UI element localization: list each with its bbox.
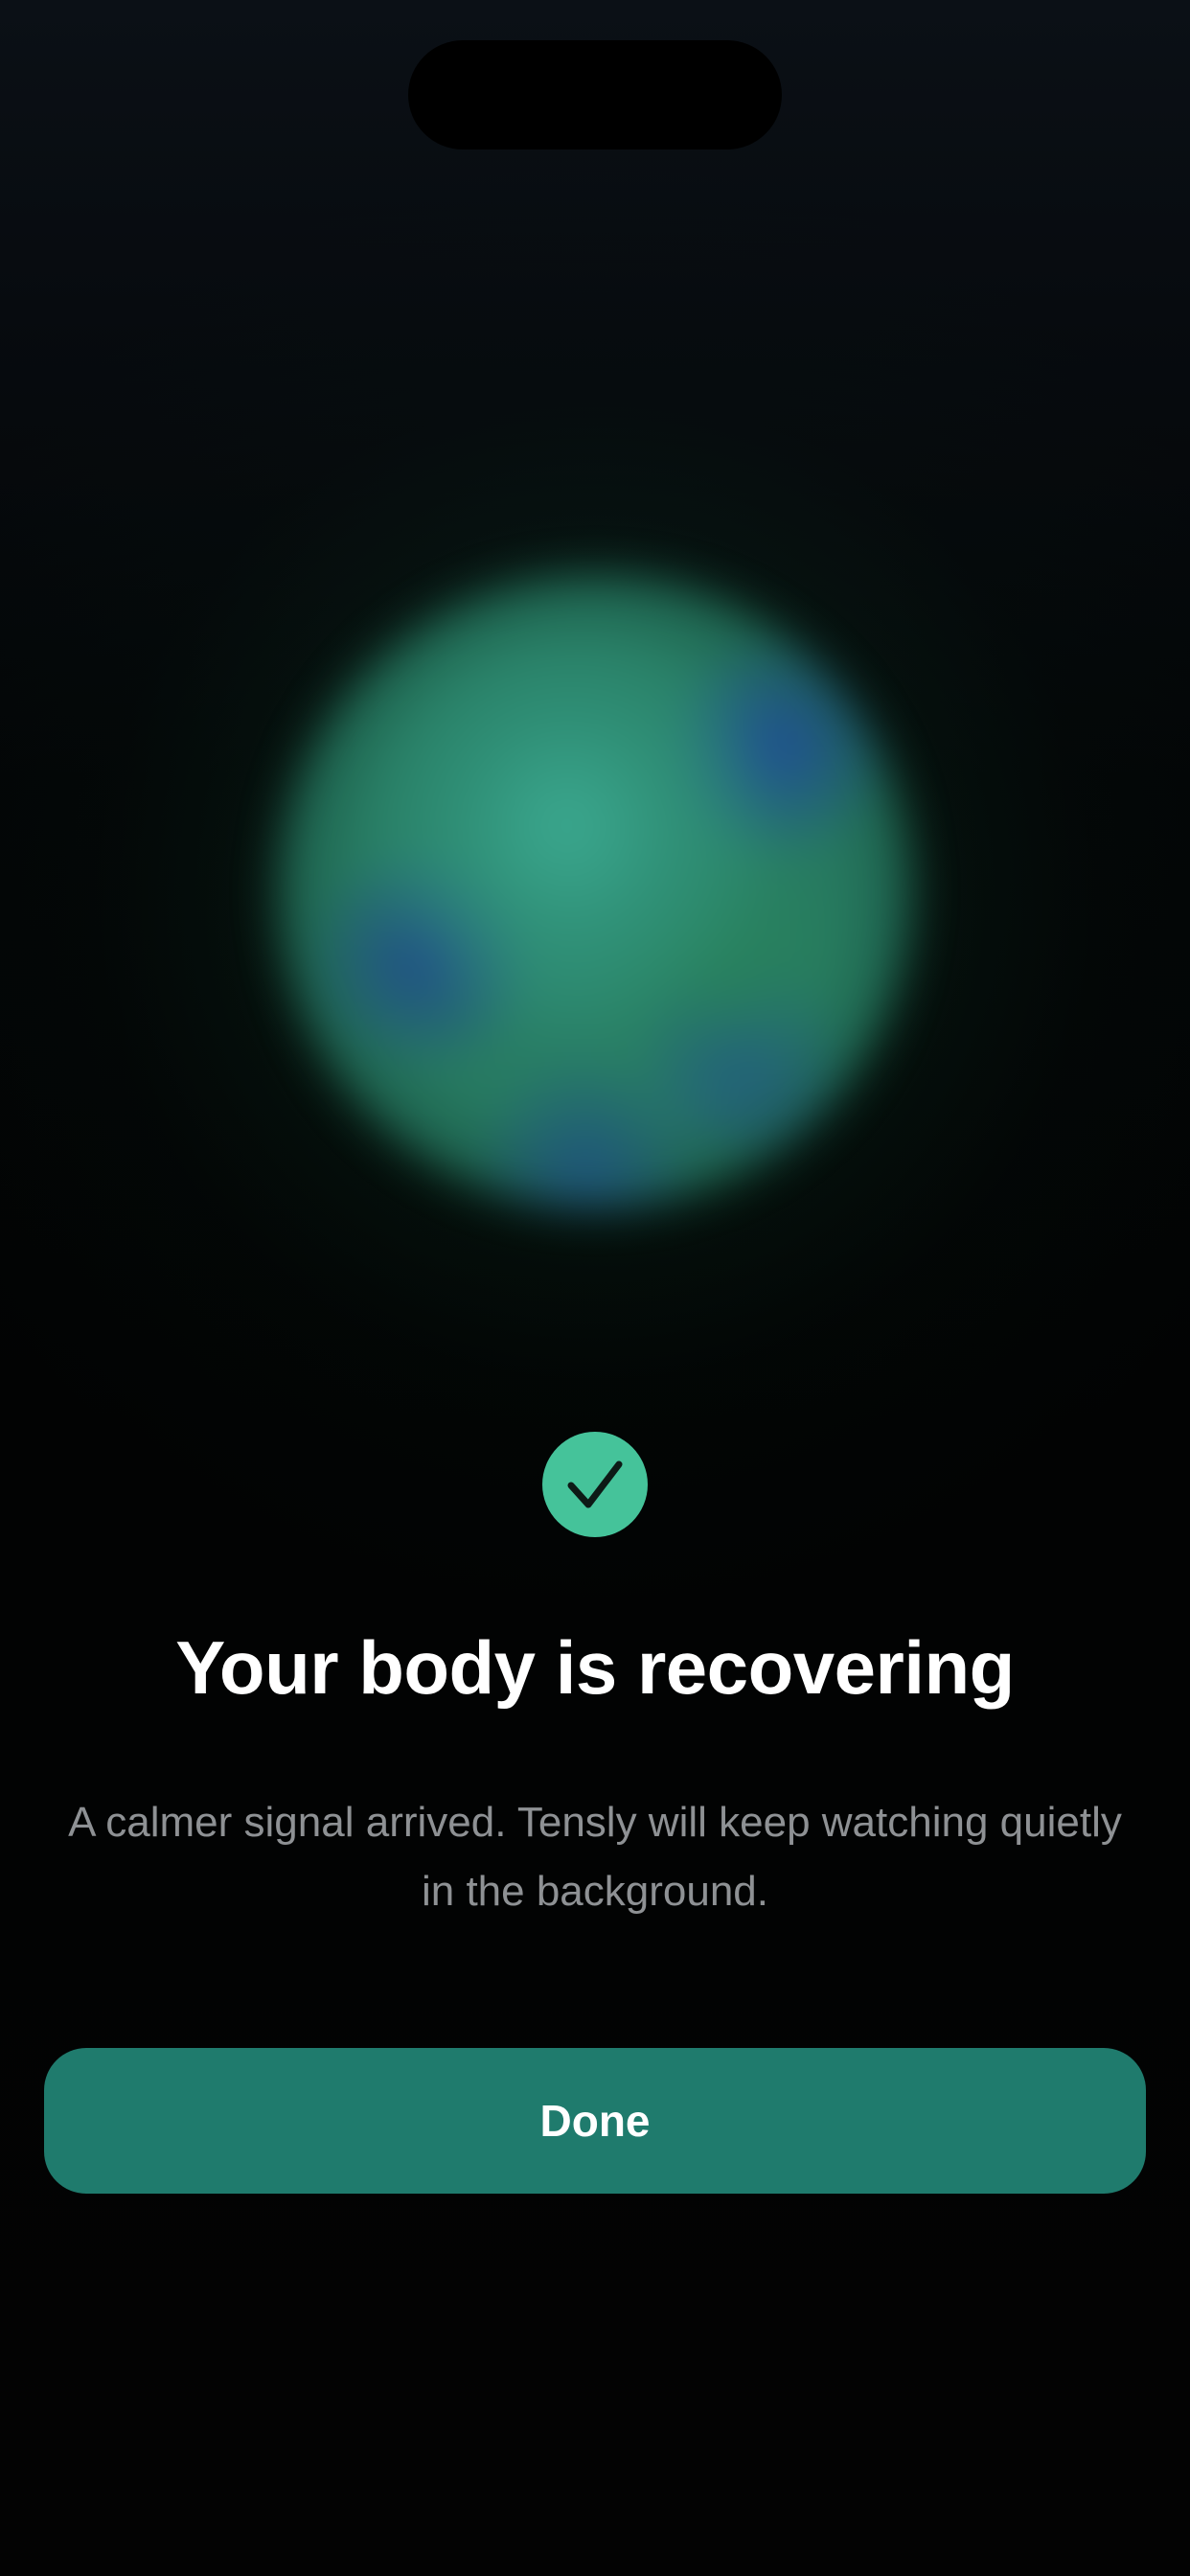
recovery-orb (221, 518, 969, 1265)
success-badge (542, 1432, 648, 1537)
page-title: Your body is recovering (175, 1625, 1015, 1710)
status-message: A calmer signal arrived. Tensly will kee… (68, 1799, 1122, 1915)
done-button[interactable]: Done (44, 2048, 1146, 2194)
recovery-screen: Your body is recovering A calmer signal … (0, 0, 1190, 2576)
checkmark-icon (567, 1460, 623, 1508)
breathing-orb-icon (279, 575, 911, 1208)
dynamic-island (408, 40, 782, 150)
